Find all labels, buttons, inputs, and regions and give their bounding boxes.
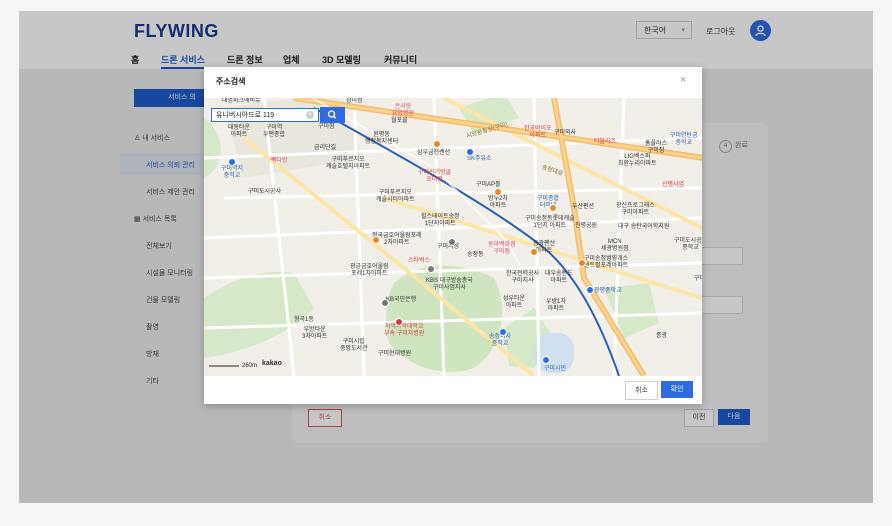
map-label: 구미신기방골 오디랑 <box>418 170 452 183</box>
map-background <box>204 98 702 376</box>
map-poi[interactable] <box>427 265 435 273</box>
map-label: 더블리즈 <box>594 139 617 145</box>
map-label: 은사랑 요양병원 <box>392 104 415 117</box>
map-label: 우방1차 아파트 <box>546 299 566 312</box>
address-search-button[interactable] <box>320 107 345 123</box>
map-poi[interactable] <box>395 318 403 326</box>
map-label: 월포클 <box>391 118 408 124</box>
map-label: KB국민은행 <box>386 297 417 303</box>
map-poi[interactable] <box>494 188 502 196</box>
map-label: 대우송랜드 아파트 <box>545 271 573 284</box>
map-label: 광금금호어울림 포레1차아파트 <box>350 264 389 277</box>
map-label: 대동타운 아파트 <box>228 125 251 138</box>
map-label: 두산편션 <box>572 204 595 210</box>
map-label: 구미역 우편종합 <box>263 125 286 138</box>
map-label: 금리단길 <box>314 145 337 151</box>
map-label: 삼미정 <box>346 98 363 104</box>
map-poi[interactable] <box>448 238 456 246</box>
map-label: 동아백화점 구미점 <box>488 242 516 255</box>
map-label: 성우타운 아파트 <box>503 296 526 309</box>
map-label: MCN 세광병원점 <box>601 239 629 252</box>
map-label: 원평동 행정복지센터 <box>365 132 399 145</box>
map-label: 구미외사 <box>554 130 577 136</box>
map-provider-logo: kakao <box>262 360 282 367</box>
map-poi[interactable] <box>586 286 594 294</box>
map-label: 송정여자 중학교 <box>489 334 512 347</box>
map-label: 구미송정동롯데캐슬 1단지 아파트 <box>525 216 575 229</box>
modal-cancel-button[interactable]: 취소 <box>625 381 658 400</box>
map-label: 홈플러스 구미점 <box>645 141 668 154</box>
map-poi[interactable] <box>228 158 236 166</box>
modal-title: 주소검색 <box>216 77 246 86</box>
map-label: 구미시립 중앙도서관 <box>340 339 368 352</box>
map-poi[interactable] <box>578 259 586 267</box>
map-label: 송정동 <box>467 252 484 258</box>
map-poi[interactable] <box>542 356 550 364</box>
map-label: 구미연탄금 중학교 <box>670 133 698 146</box>
map-label: SK주유소 <box>467 156 492 162</box>
search-icon <box>327 110 337 119</box>
map-scale: 260m <box>242 363 258 369</box>
map-label: 구미점 <box>318 124 335 130</box>
map-label: 대명파크애비뉴 <box>222 98 261 104</box>
map-label: 형곡1동 <box>294 317 314 323</box>
map-label: LIG벡스퍼 최환누리아파트 <box>618 154 657 167</box>
map-label: 구미시민 <box>544 366 567 372</box>
map-label: 진평공원 <box>575 223 598 229</box>
map-poi[interactable] <box>381 299 389 307</box>
map-label: 구미송정범영개스 센트럴포레아파트 <box>584 256 629 269</box>
map-label: KBS 대구방송총국 구미사업지사 <box>426 278 473 291</box>
map-label: 광신프로그래스 구미아파트 <box>616 203 655 216</box>
map-label: 삼우금천렌션 <box>417 150 451 156</box>
map-label: 구미역지 중학교 <box>221 166 244 179</box>
map-label: 지역과학대학교 부속 구미차병원 <box>384 324 425 337</box>
map-poi[interactable] <box>499 328 507 336</box>
clear-icon[interactable]: × <box>306 111 314 119</box>
map-label: 방우2차 아파트 <box>488 196 508 209</box>
map-label: 한국전력공사 구미지사 <box>506 271 540 284</box>
map-label: 대구 송탄국어학지원 <box>618 224 670 230</box>
map-label: 광평중학교 <box>594 288 622 294</box>
map-label: 신평사업 <box>662 182 685 188</box>
map-poi[interactable] <box>372 236 380 244</box>
map-poi[interactable] <box>466 148 474 156</box>
close-icon[interactable]: × <box>680 74 686 86</box>
address-search-modal: 주소검색 × 대명파크애비뉴 삼미정 은사랑 요양병원 월포클 대동타운 아파트… <box>204 67 702 404</box>
map-view[interactable]: 대명파크애비뉴 삼미정 은사랑 요양병원 월포클 대동타운 아파트 구미역 우편종합 … <box>204 98 702 376</box>
map-poi[interactable] <box>433 140 441 148</box>
map-label: 한국바이오 아파트 <box>524 126 552 139</box>
map-label: 구미푸르지오 캐슬시티아파트 <box>376 190 415 203</box>
map-label: 구미현대병원 <box>378 351 412 357</box>
map-label: 스타벅스 <box>408 258 431 264</box>
address-search-input[interactable]: 유니버시아드로 119 <box>211 108 319 122</box>
app-screen: FLYWING 한국어 ▾ 로그아웃 홈 드론 서비스 드론 정보 업체 3D … <box>19 11 873 503</box>
map-label: 종광 <box>656 333 668 339</box>
modal-confirm-button[interactable]: 확인 <box>661 381 693 398</box>
map-label: 구미 <box>694 276 702 282</box>
map-label: 구미푸르지오 캐슬호텔지아파트 <box>326 157 371 170</box>
map-poi[interactable] <box>549 204 557 212</box>
map-label: 구미시청 <box>437 244 460 250</box>
map-poi[interactable] <box>530 248 538 256</box>
map-label: 우방타운 3차아파트 <box>302 327 328 340</box>
map-label: 힐스테이트송정 1단지아파트 <box>421 214 460 227</box>
map-label: 빽다방 <box>271 158 288 164</box>
address-search-value: 유니버시아드로 119 <box>216 112 275 119</box>
map-label: 구미도시공사 <box>248 189 282 195</box>
map-label: 구미도시공사중학교 <box>674 238 702 251</box>
